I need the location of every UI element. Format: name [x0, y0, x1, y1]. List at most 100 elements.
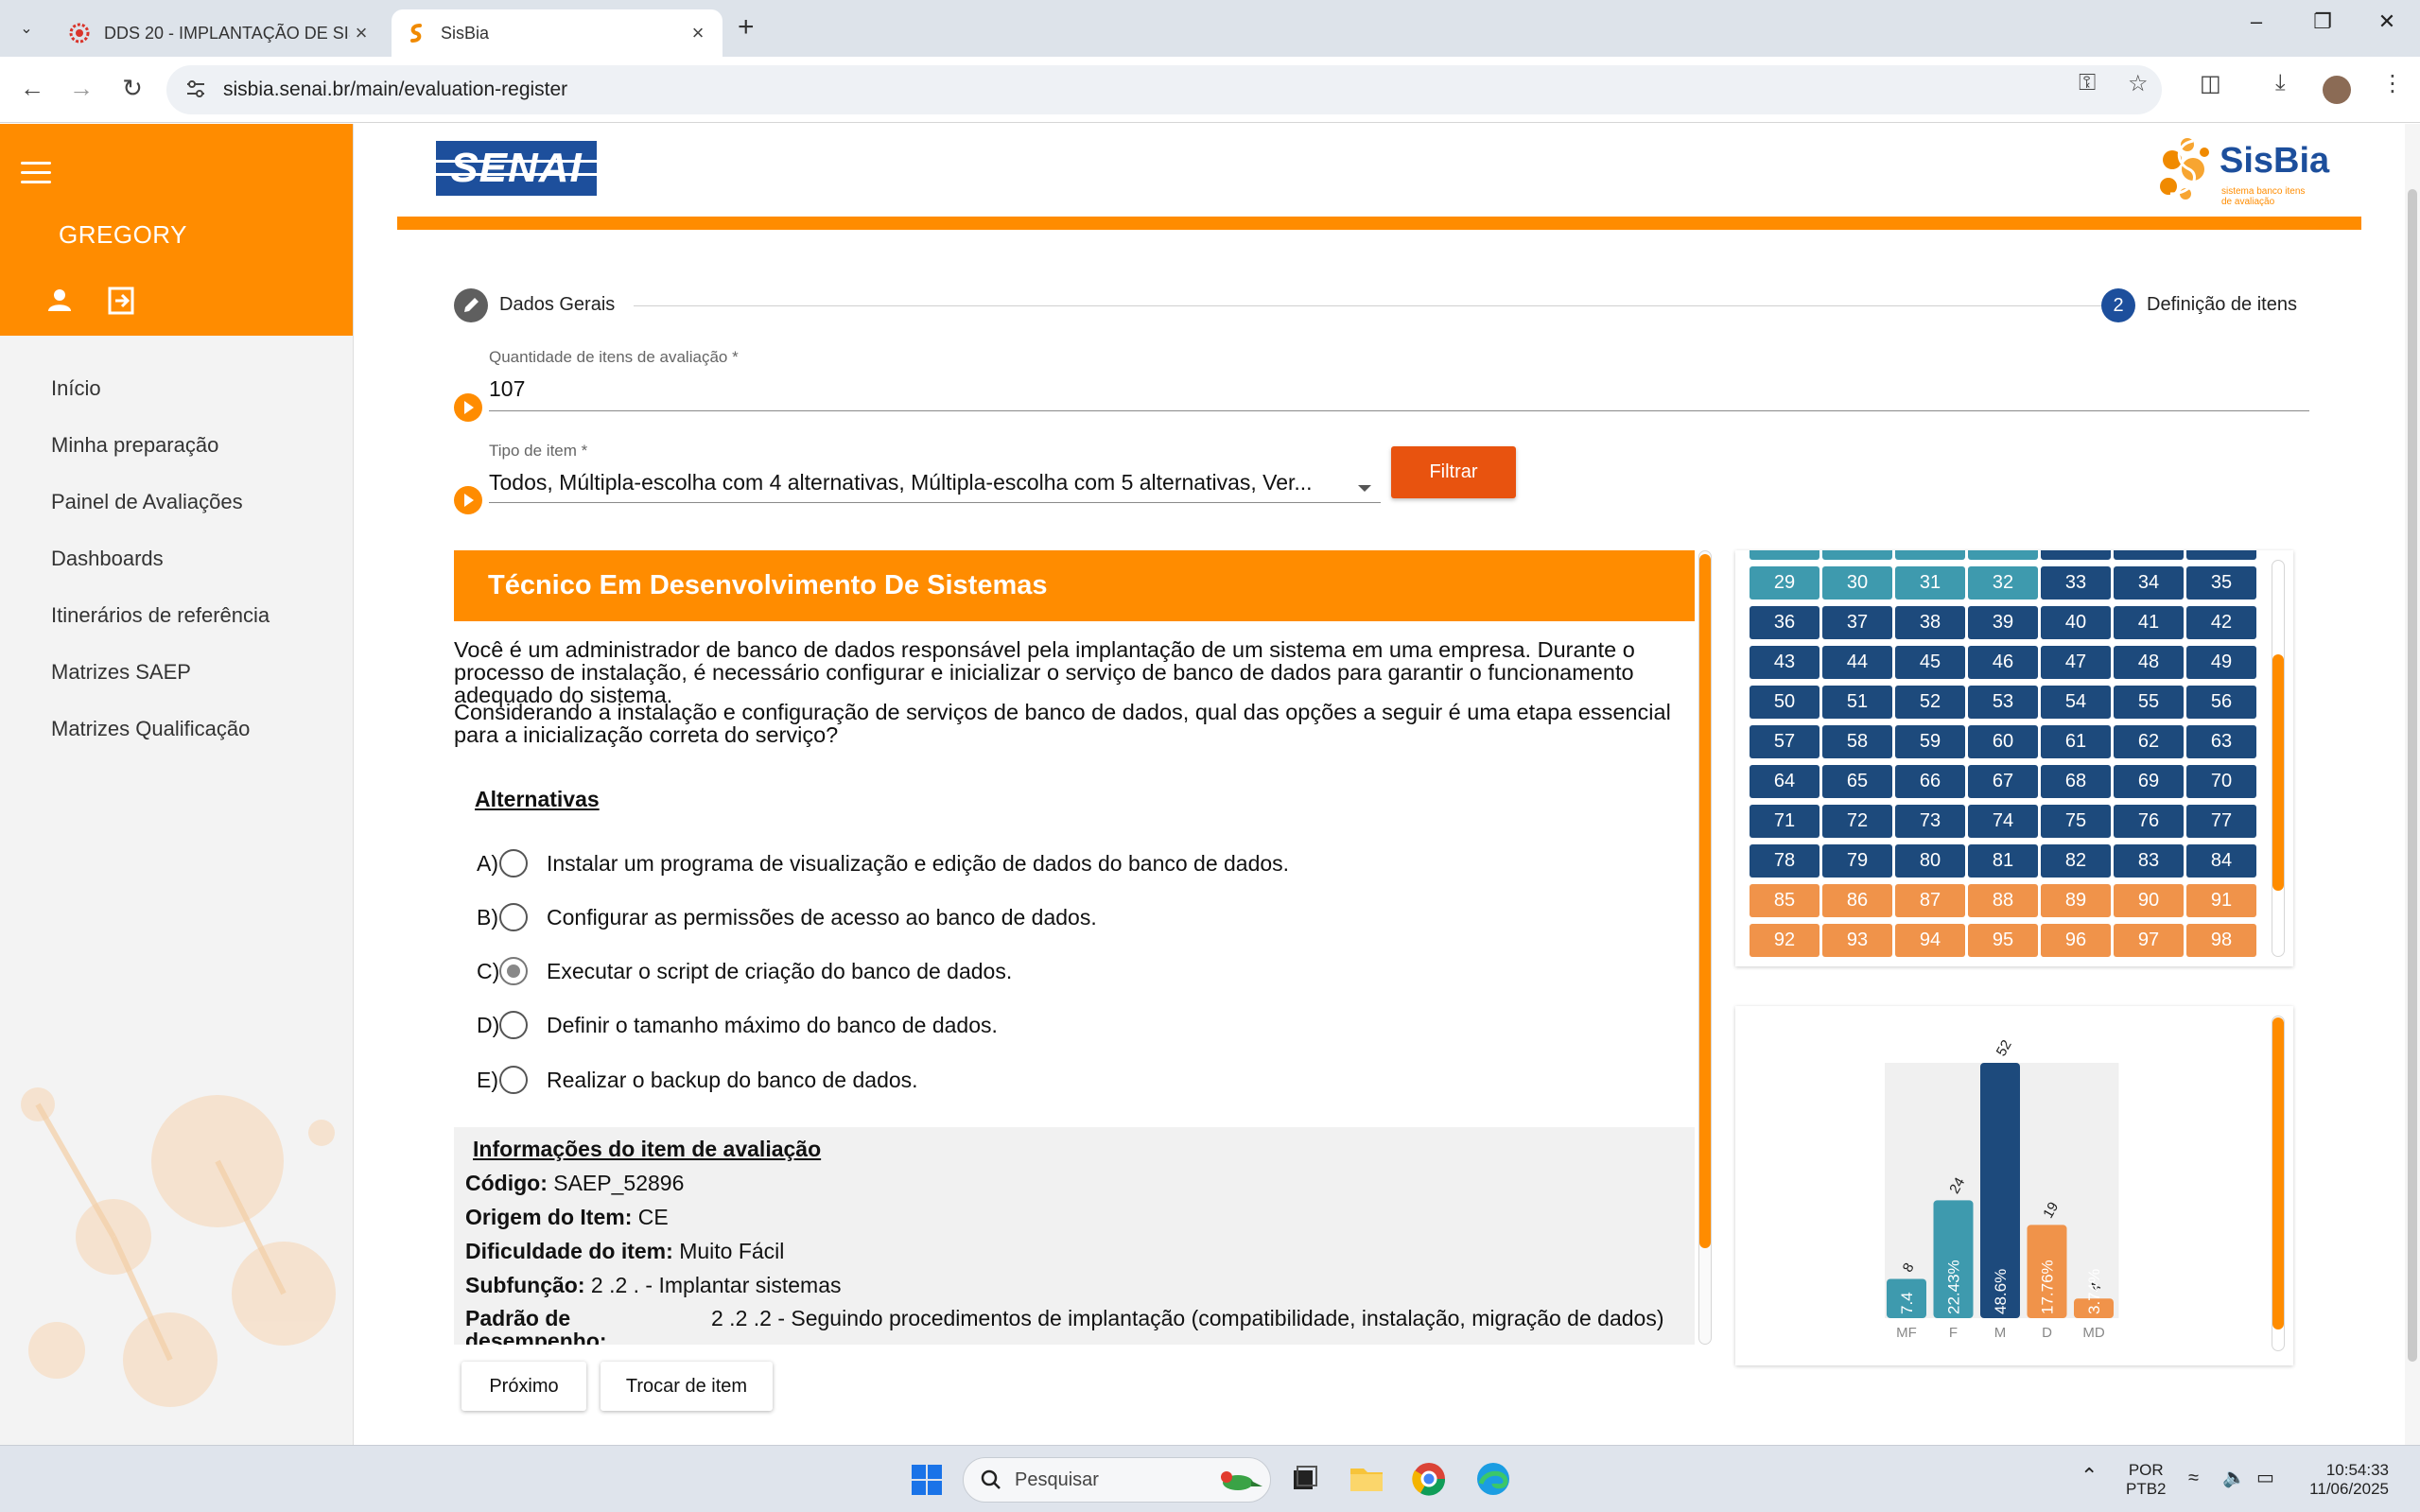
item-number-cell[interactable]: 78	[1750, 844, 1819, 878]
item-number-cell[interactable]: 37	[1822, 606, 1892, 639]
task-view-icon[interactable]	[1284, 1459, 1324, 1499]
item-number-cell[interactable]: 66	[1895, 765, 1965, 798]
item-number-cell[interactable]: 29	[1750, 566, 1819, 600]
edit-pencil-icon[interactable]	[454, 288, 488, 322]
item-number-cell[interactable]: 54	[2041, 686, 2111, 719]
forward-icon[interactable]: →	[64, 74, 98, 103]
browser-tab-dds[interactable]: DDS 20 - IMPLANTAÇÃO DE SIS ×	[55, 9, 386, 57]
chevron-down-icon[interactable]	[1358, 485, 1371, 492]
close-tab-icon[interactable]: ×	[687, 21, 709, 45]
item-number-cell[interactable]: 61	[2041, 725, 2111, 758]
item-number-cell[interactable]: 68	[2041, 765, 2111, 798]
item-number-cell[interactable]: 69	[2114, 765, 2184, 798]
item-number-cell[interactable]: 98	[2186, 924, 2256, 957]
download-icon[interactable]: ⤓	[2275, 70, 2286, 96]
password-key-icon[interactable]: ⚿	[2079, 70, 2096, 96]
item-number-cell[interactable]: 92	[1750, 924, 1819, 957]
item-number-cell[interactable]: 25	[1968, 550, 2038, 560]
step-number-badge[interactable]: 2	[2101, 288, 2135, 322]
alternative-c-radio[interactable]	[499, 957, 528, 985]
volume-icon[interactable]: 🔈	[2222, 1469, 2246, 1487]
item-number-cell[interactable]: 38	[1895, 606, 1965, 639]
item-number-cell[interactable]: 26	[2041, 550, 2111, 560]
item-number-cell[interactable]: 76	[2114, 805, 2184, 838]
item-number-cell[interactable]: 44	[1822, 646, 1892, 679]
item-number-cell[interactable]: 72	[1822, 805, 1892, 838]
chart-scrollbar-thumb[interactable]	[2272, 1017, 2284, 1330]
item-number-cell[interactable]: 53	[1968, 686, 2038, 719]
item-number-cell[interactable]: 39	[1968, 606, 2038, 639]
item-number-cell[interactable]: 85	[1750, 884, 1819, 917]
site-settings-icon[interactable]	[183, 77, 208, 101]
close-window-icon[interactable]: ✕	[2359, 9, 2415, 34]
taskbar-search-input[interactable]: Pesquisar	[963, 1457, 1271, 1503]
item-number-cell[interactable]: 30	[1822, 566, 1892, 600]
item-number-cell[interactable]: 90	[2114, 884, 2184, 917]
item-number-cell[interactable]: 40	[2041, 606, 2111, 639]
alternative-c[interactable]: C) Executar o script de criação do banco…	[477, 954, 1012, 988]
extensions-icon[interactable]: ◫	[2200, 70, 2221, 97]
grid-scrollbar-thumb[interactable]	[2272, 654, 2284, 891]
item-number-cell[interactable]: 81	[1968, 844, 2038, 878]
item-number-cell[interactable]: 32	[1968, 566, 2038, 600]
alternative-a-radio[interactable]	[499, 849, 528, 878]
item-number-cell[interactable]: 49	[2186, 646, 2256, 679]
item-number-cell[interactable]: 60	[1968, 725, 2038, 758]
chrome-icon[interactable]	[1409, 1459, 1449, 1499]
menu-hamburger-icon[interactable]	[21, 162, 51, 190]
sidebar-item-minha-preparacao[interactable]: Minha preparação	[51, 417, 270, 474]
item-number-cell[interactable]: 23	[1822, 550, 1892, 560]
sidebar-item-matrizes-qualificacao[interactable]: Matrizes Qualificação	[51, 701, 270, 757]
item-number-cell[interactable]: 71	[1750, 805, 1819, 838]
alternative-d[interactable]: D) Definir o tamanho máximo do banco de …	[477, 1008, 998, 1042]
new-tab-icon[interactable]: +	[738, 11, 755, 43]
item-number-cell[interactable]: 94	[1895, 924, 1965, 957]
page-scrollbar-thumb[interactable]	[2408, 189, 2417, 1362]
item-number-cell[interactable]: 77	[2186, 805, 2256, 838]
item-number-cell[interactable]: 42	[2186, 606, 2256, 639]
sidebar-item-matrizes-saep[interactable]: Matrizes SAEP	[51, 644, 270, 701]
item-number-cell[interactable]: 46	[1968, 646, 2038, 679]
item-number-cell[interactable]: 96	[2041, 924, 2111, 957]
alternative-a[interactable]: A) Instalar um programa de visualização …	[477, 846, 1289, 880]
profile-avatar[interactable]	[2323, 76, 2351, 104]
alternative-e-radio[interactable]	[499, 1066, 528, 1094]
item-number-cell[interactable]: 80	[1895, 844, 1965, 878]
battery-icon[interactable]: ▭	[2256, 1469, 2274, 1487]
item-number-cell[interactable]: 83	[2114, 844, 2184, 878]
sidebar-item-painel-avaliacoes[interactable]: Painel de Avaliações	[51, 474, 270, 530]
item-number-cell[interactable]: 33	[2041, 566, 2111, 600]
item-number-cell[interactable]: 64	[1750, 765, 1819, 798]
item-number-cell[interactable]: 75	[2041, 805, 2111, 838]
back-icon[interactable]: ←	[15, 74, 49, 103]
minimize-icon[interactable]: –	[2228, 9, 2285, 34]
item-number-cell[interactable]: 89	[2041, 884, 2111, 917]
file-explorer-icon[interactable]	[1347, 1459, 1386, 1499]
alternative-b[interactable]: B) Configurar as permissões de acesso ao…	[477, 900, 1097, 934]
item-number-cell[interactable]: 27	[2114, 550, 2184, 560]
step-dados-gerais[interactable]: Dados Gerais	[499, 294, 615, 316]
item-number-cell[interactable]: 62	[2114, 725, 2184, 758]
item-number-cell[interactable]: 74	[1968, 805, 2038, 838]
item-number-cell[interactable]: 73	[1895, 805, 1965, 838]
bookmark-star-icon[interactable]: ☆	[2128, 70, 2149, 97]
item-number-cell[interactable]: 79	[1822, 844, 1892, 878]
item-number-cell[interactable]: 47	[2041, 646, 2111, 679]
item-number-cell[interactable]: 52	[1895, 686, 1965, 719]
item-number-cell[interactable]: 50	[1750, 686, 1819, 719]
clock[interactable]: 10:54:33 11/06/2025	[2304, 1461, 2389, 1499]
item-number-cell[interactable]: 36	[1750, 606, 1819, 639]
sidebar-item-itinerarios[interactable]: Itinerários de referência	[51, 587, 270, 644]
edge-icon[interactable]	[1473, 1459, 1513, 1499]
wifi-icon[interactable]: ≈	[2188, 1469, 2199, 1487]
item-number-cell[interactable]: 55	[2114, 686, 2184, 719]
item-number-cell[interactable]: 70	[2186, 765, 2256, 798]
alternative-d-radio[interactable]	[499, 1011, 528, 1039]
tray-chevron-up-icon[interactable]: ⌃	[2081, 1466, 2098, 1486]
item-number-cell[interactable]: 35	[2186, 566, 2256, 600]
more-menu-icon[interactable]: ⋮	[2381, 70, 2404, 97]
item-number-cell[interactable]: 93	[1822, 924, 1892, 957]
next-button[interactable]: Próximo	[461, 1362, 586, 1411]
step-definicao-itens[interactable]: Definição de itens	[2147, 294, 2297, 316]
tab-search-button[interactable]: ⌄	[11, 13, 42, 43]
